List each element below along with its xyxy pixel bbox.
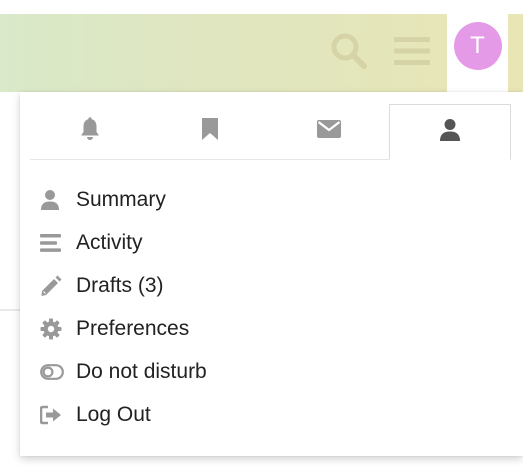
menu-item-log-out[interactable]: Log Out: [40, 393, 500, 436]
menu-item-preferences[interactable]: Preferences: [40, 307, 500, 350]
search-icon: [329, 31, 369, 76]
background-divider: [0, 309, 20, 311]
menu-item-summary[interactable]: Summary: [40, 178, 500, 221]
menu-item-drafts[interactable]: Drafts (3): [40, 264, 500, 307]
sign-out-icon: [40, 404, 64, 426]
menu-item-label: Drafts (3): [76, 273, 164, 297]
menu-item-do-not-disturb[interactable]: Do not disturb: [40, 350, 500, 393]
user-menu-button[interactable]: T: [447, 14, 508, 92]
tab-bookmarks[interactable]: [150, 104, 270, 159]
gear-icon: [40, 318, 64, 340]
avatar: T: [453, 21, 502, 70]
search-button[interactable]: [326, 14, 372, 92]
user-menu-list: Summary Activity Drafts (3) Preferences …: [40, 178, 500, 436]
menu-item-label: Summary: [76, 187, 166, 211]
menu-item-label: Preferences: [76, 316, 190, 340]
hamburger-icon: [393, 34, 431, 73]
bell-icon: [79, 117, 101, 146]
page: T Summary Activity Drafts (3) Preference…: [0, 0, 523, 472]
user-menu-panel: Summary Activity Drafts (3) Preferences …: [20, 92, 523, 456]
user-icon: [40, 189, 64, 211]
bookmark-icon: [201, 117, 219, 146]
activity-icon: [40, 232, 64, 254]
menu-item-label: Do not disturb: [76, 359, 207, 383]
header-bar: [0, 14, 523, 92]
menu-item-label: Activity: [76, 230, 143, 254]
toggle-off-icon: [40, 361, 64, 383]
tab-messages[interactable]: [270, 104, 390, 159]
menu-item-label: Log Out: [76, 402, 151, 426]
user-icon: [439, 118, 461, 147]
hamburger-menu-button[interactable]: [389, 14, 435, 92]
menu-item-activity[interactable]: Activity: [40, 221, 500, 264]
tab-notifications[interactable]: [30, 104, 150, 159]
pencil-icon: [40, 275, 64, 297]
tab-profile[interactable]: [389, 104, 511, 160]
avatar-letter: T: [470, 31, 485, 59]
envelope-icon: [316, 119, 342, 144]
user-menu-tabs: [30, 104, 511, 160]
